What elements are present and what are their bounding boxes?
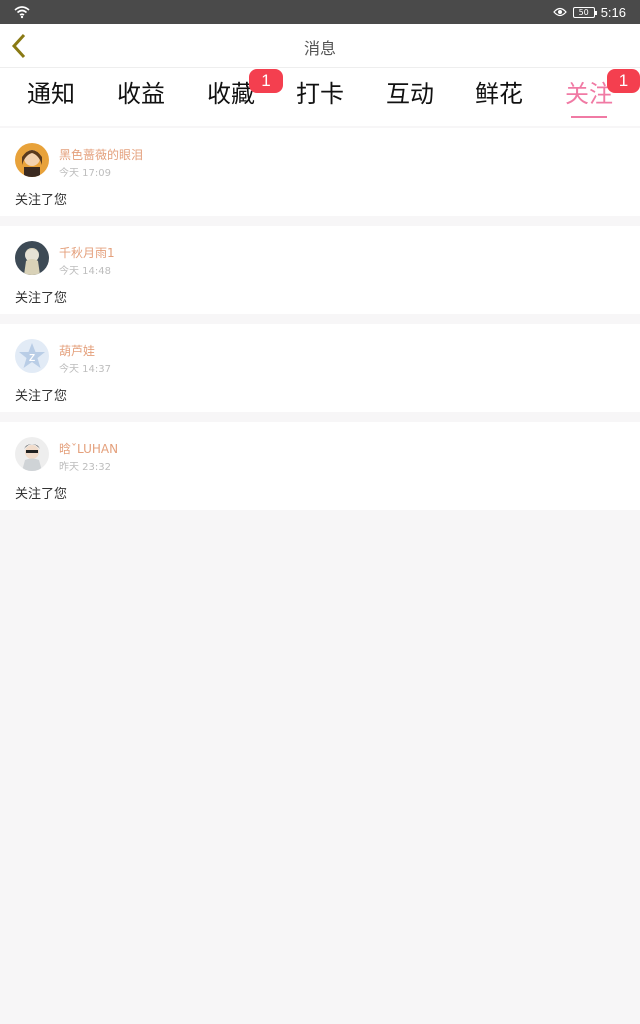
tab-follow[interactable]: 关注 1 — [549, 69, 640, 126]
timestamp: 今天 14:48 — [59, 266, 111, 277]
favorites-badge: 1 — [249, 69, 283, 93]
page-title: 消息 — [303, 39, 336, 58]
tab-label: 打卡 — [296, 80, 344, 108]
status-bar: 50 5:16 — [0, 0, 640, 24]
list-item[interactable]: 晗ˇLUHAN 昨天 23:32 关注了您 — [0, 422, 640, 510]
timestamp: 今天 17:09 — [59, 168, 111, 179]
list-item[interactable]: Z 葫芦娃 今天 14:37 关注了您 — [0, 324, 640, 412]
tab-checkin[interactable]: 打卡 — [280, 78, 360, 126]
avatar-image — [15, 241, 49, 275]
avatar[interactable] — [15, 241, 49, 275]
username[interactable]: 黑色蔷薇的眼泪 — [59, 146, 143, 163]
tab-notifications[interactable]: 通知 — [11, 78, 91, 126]
tab-label: 收藏 — [207, 80, 255, 108]
eye-icon — [552, 7, 567, 17]
tab-bar: 通知 收益 收藏 1 打卡 互动 鲜花 关注 1 — [0, 68, 640, 126]
battery-icon: 50 — [572, 6, 597, 18]
message-text: 关注了您 — [15, 389, 68, 404]
tab-label: 关注 — [565, 80, 613, 108]
battery-level: 50 — [578, 7, 589, 17]
list-item[interactable]: 黑色蔷薇的眼泪 今天 17:09 关注了您 — [0, 128, 640, 216]
message-text: 关注了您 — [15, 291, 68, 306]
avatar-image: Z — [15, 339, 49, 373]
username[interactable]: 葫芦娃 — [59, 342, 95, 359]
avatar-image — [15, 143, 49, 177]
tab-label: 鲜花 — [475, 80, 523, 108]
username[interactable]: 晗ˇLUHAN — [59, 440, 118, 457]
tab-favorites[interactable]: 收藏 1 — [191, 69, 283, 126]
timestamp: 今天 14:37 — [59, 364, 111, 375]
tab-label: 通知 — [27, 80, 75, 108]
timestamp: 昨天 23:32 — [59, 462, 111, 473]
tab-earnings[interactable]: 收益 — [101, 78, 181, 126]
list-item[interactable]: 千秋月雨1 今天 14:48 关注了您 — [0, 226, 640, 314]
tab-label: 互动 — [386, 80, 434, 108]
tab-underline — [571, 116, 607, 118]
tab-flowers[interactable]: 鲜花 — [459, 78, 539, 126]
status-time: 5:16 — [600, 4, 626, 20]
avatar-image — [15, 437, 49, 471]
wifi-icon — [14, 6, 30, 19]
avatar[interactable] — [15, 437, 49, 471]
follow-badge: 1 — [607, 69, 640, 93]
message-text: 关注了您 — [15, 487, 68, 502]
tab-interaction[interactable]: 互动 — [370, 78, 450, 126]
message-text: 关注了您 — [15, 193, 68, 208]
header: 消息 — [0, 24, 640, 68]
svg-text:Z: Z — [29, 353, 35, 364]
username[interactable]: 千秋月雨1 — [59, 244, 115, 261]
tab-label: 收益 — [117, 80, 165, 108]
avatar[interactable] — [15, 143, 49, 177]
avatar[interactable]: Z — [15, 339, 49, 373]
message-list: 黑色蔷薇的眼泪 今天 17:09 关注了您 千秋月雨1 今天 14:48 关注了… — [0, 128, 640, 520]
